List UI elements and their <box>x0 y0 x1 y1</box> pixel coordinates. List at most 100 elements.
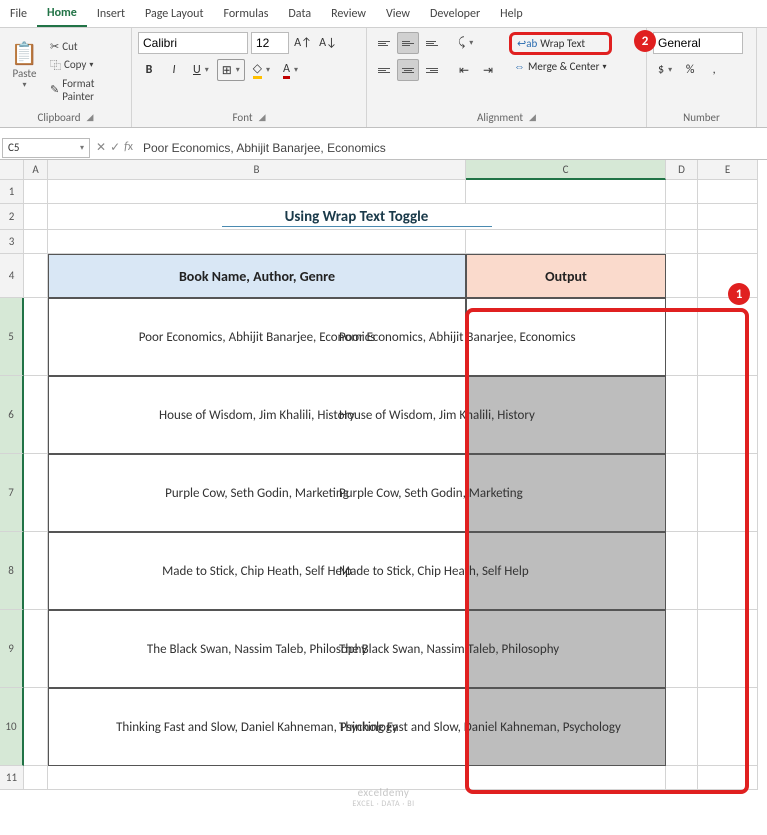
align-top-button[interactable] <box>373 32 395 54</box>
col-header-E[interactable]: E <box>698 160 758 180</box>
cell-B7[interactable]: Purple Cow, Seth Godin, Marketing <box>48 454 466 532</box>
cell-D7[interactable] <box>666 454 698 532</box>
formula-bar-input[interactable] <box>139 138 767 158</box>
cell-E7[interactable] <box>698 454 758 532</box>
copy-button[interactable]: ⿻ Copy ▾ <box>47 56 125 74</box>
cell-A2[interactable] <box>24 204 48 230</box>
cell-A1[interactable] <box>24 180 48 204</box>
row-header-3[interactable]: 3 <box>0 230 24 254</box>
name-box[interactable]: C5 ▾ <box>2 138 90 158</box>
cell-D2[interactable] <box>666 204 698 230</box>
cell-E3[interactable] <box>698 230 758 254</box>
cell-C1[interactable] <box>466 180 666 204</box>
cell-A7[interactable] <box>24 454 48 532</box>
fill-color-button[interactable]: ◇▾ <box>248 59 275 81</box>
cell-E9[interactable] <box>698 610 758 688</box>
row-header-4[interactable]: 4 <box>0 254 24 298</box>
insert-function-button[interactable]: fx <box>124 140 133 155</box>
row-header-7[interactable]: 7 <box>0 454 24 532</box>
orientation-button[interactable]: ⤹▾ <box>453 32 478 54</box>
header-book[interactable]: Book Name, Author, Genre <box>48 254 466 298</box>
cell-E8[interactable] <box>698 532 758 610</box>
cell-E5[interactable] <box>698 298 758 376</box>
cell-C5[interactable]: Poor Economics, Abhijit Banarjee, Econom… <box>466 298 666 376</box>
cell-D4[interactable] <box>666 254 698 298</box>
format-painter-button[interactable]: ✎ Format Painter <box>47 76 125 104</box>
cell-D9[interactable] <box>666 610 698 688</box>
cell-A10[interactable] <box>24 688 48 766</box>
cell-A6[interactable] <box>24 376 48 454</box>
cell-B6[interactable]: House of Wisdom, Jim Khalili, History <box>48 376 466 454</box>
align-center-button[interactable] <box>397 59 419 81</box>
cell-C8[interactable]: Made to Stick, Chip Heath, Self Help <box>466 532 666 610</box>
align-right-button[interactable] <box>421 59 443 81</box>
row-header-1[interactable]: 1 <box>0 180 24 204</box>
cell-A8[interactable] <box>24 532 48 610</box>
cell-C6[interactable]: House of Wisdom, Jim Khalili, History <box>466 376 666 454</box>
enter-formula-button[interactable]: ✓ <box>110 140 120 155</box>
cell-D1[interactable] <box>666 180 698 204</box>
tab-home[interactable]: Home <box>37 1 87 27</box>
cell-D5[interactable] <box>666 298 698 376</box>
header-output[interactable]: Output <box>466 254 666 298</box>
cell-D11[interactable] <box>666 766 698 790</box>
cancel-formula-button[interactable]: ✕ <box>96 140 106 155</box>
worksheet-grid[interactable]: A B C D E 1 2 Using Wrap Text Toggle 3 4… <box>0 160 767 790</box>
italic-button[interactable]: I <box>163 59 185 81</box>
increase-font-button[interactable]: A↑ <box>292 32 314 54</box>
wrap-text-button[interactable]: ↩ab Wrap Text <box>509 32 612 55</box>
accounting-format-button[interactable]: $▾ <box>653 59 677 81</box>
cell-E10[interactable] <box>698 688 758 766</box>
cell-B9[interactable]: The Black Swan, Nassim Taleb, Philosophy <box>48 610 466 688</box>
font-color-button[interactable]: A▾ <box>278 59 303 81</box>
cell-C7[interactable]: Purple Cow, Seth Godin, Marketing <box>466 454 666 532</box>
row-header-10[interactable]: 10 <box>0 688 24 766</box>
row-header-5[interactable]: 5 <box>0 298 24 376</box>
cut-button[interactable]: ✂ Cut <box>47 39 125 54</box>
tab-file[interactable]: File <box>0 2 37 26</box>
cell-E2[interactable] <box>698 204 758 230</box>
decrease-indent-button[interactable]: ⇤ <box>453 59 475 81</box>
cell-A5[interactable] <box>24 298 48 376</box>
cell-B1[interactable] <box>48 180 466 204</box>
row-header-9[interactable]: 9 <box>0 610 24 688</box>
merge-center-button[interactable]: ⇔ Merge & Center ▾ <box>509 58 612 75</box>
font-launcher[interactable]: ◢ <box>259 112 266 123</box>
cell-B10[interactable]: Thinking Fast and Slow, Daniel Kahneman,… <box>48 688 466 766</box>
cell-C11[interactable] <box>466 766 666 790</box>
cell-C3[interactable] <box>466 230 666 254</box>
tab-view[interactable]: View <box>376 2 420 26</box>
cell-A4[interactable] <box>24 254 48 298</box>
decrease-font-button[interactable]: A↓ <box>317 32 339 54</box>
align-middle-button[interactable] <box>397 32 419 54</box>
row-header-6[interactable]: 6 <box>0 376 24 454</box>
row-header-8[interactable]: 8 <box>0 532 24 610</box>
cell-A9[interactable] <box>24 610 48 688</box>
comma-button[interactable]: , <box>703 59 725 81</box>
cell-B2-title[interactable]: Using Wrap Text Toggle <box>48 204 666 230</box>
cell-D3[interactable] <box>666 230 698 254</box>
cell-E11[interactable] <box>698 766 758 790</box>
cell-B8[interactable]: Made to Stick, Chip Heath, Self Help <box>48 532 466 610</box>
col-header-D[interactable]: D <box>666 160 698 180</box>
tab-developer[interactable]: Developer <box>420 2 490 26</box>
cell-B3[interactable] <box>48 230 466 254</box>
select-all-corner[interactable] <box>0 160 24 180</box>
font-name-select[interactable] <box>138 32 248 54</box>
cell-C10[interactable]: Thinking Fast and Slow, Daniel Kahneman,… <box>466 688 666 766</box>
bold-button[interactable]: B <box>138 59 160 81</box>
tab-data[interactable]: Data <box>278 2 321 26</box>
align-left-button[interactable] <box>373 59 395 81</box>
percent-button[interactable]: % <box>679 59 701 81</box>
align-bottom-button[interactable] <box>421 32 443 54</box>
row-header-2[interactable]: 2 <box>0 204 24 230</box>
alignment-launcher[interactable]: ◢ <box>529 112 536 123</box>
tab-insert[interactable]: Insert <box>87 2 135 26</box>
clipboard-launcher[interactable]: ◢ <box>87 112 94 123</box>
underline-button[interactable]: U▾ <box>188 59 214 81</box>
paste-button[interactable]: 📋 Paste ▾ <box>6 32 43 98</box>
col-header-A[interactable]: A <box>24 160 48 180</box>
cell-E1[interactable] <box>698 180 758 204</box>
cell-B5[interactable]: Poor Economics, Abhijit Banarjee, Econom… <box>48 298 466 376</box>
tab-help[interactable]: Help <box>490 2 533 26</box>
